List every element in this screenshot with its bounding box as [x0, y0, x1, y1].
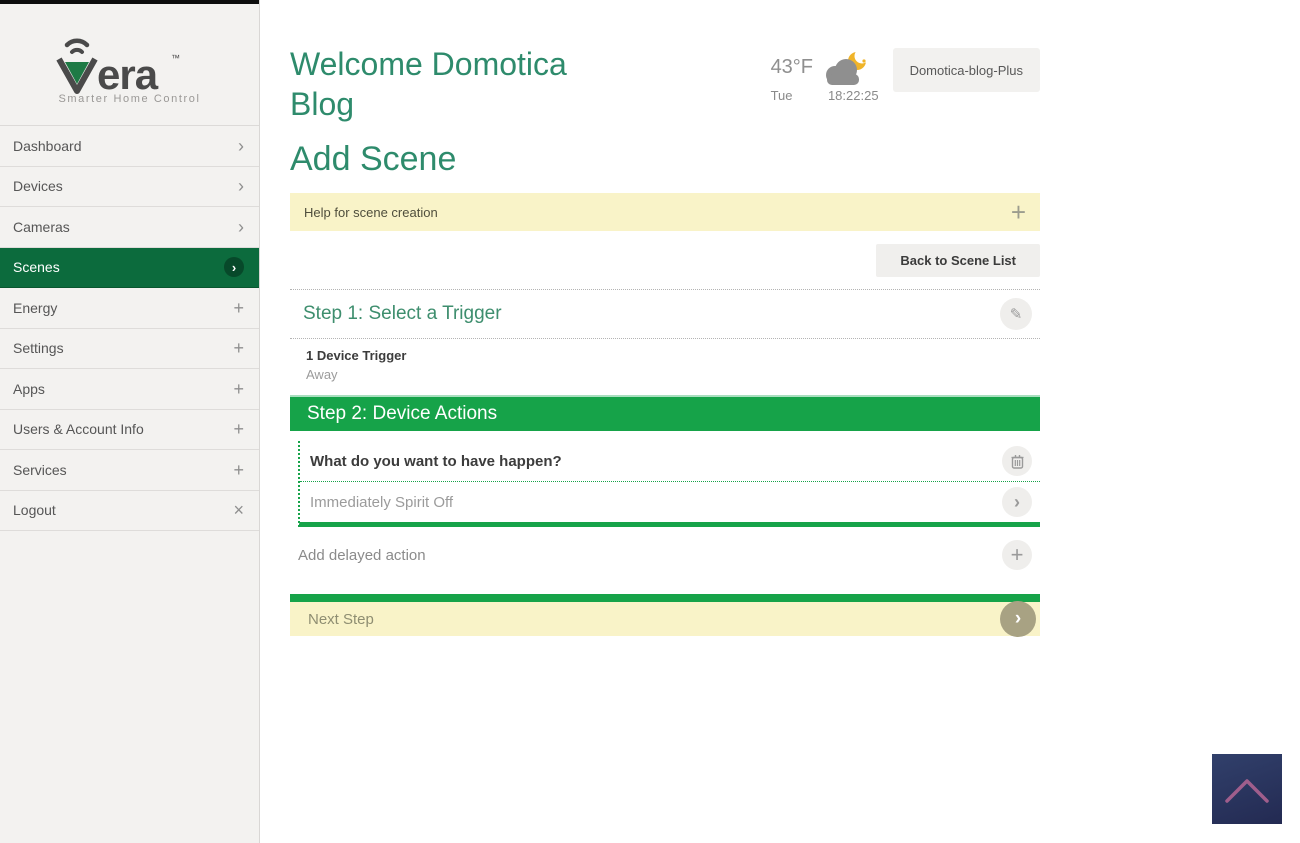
sidebar-item-users-account-info[interactable]: Users & Account Info +: [0, 410, 259, 451]
immediate-action-label: Immediately Spirit Off: [310, 494, 453, 511]
edit-trigger-button[interactable]: ✎: [1000, 298, 1032, 330]
sidebar-item-label: Scenes: [13, 259, 60, 275]
step2-title: Step 2: Device Actions: [307, 403, 497, 425]
trigger-summary-block: 1 Device Trigger Away: [290, 339, 1040, 395]
sidebar-item-settings[interactable]: Settings +: [0, 329, 259, 370]
sidebar-item-label: Settings: [13, 340, 64, 356]
sidebar-item-label: Apps: [13, 381, 45, 397]
header-right: 43°F Tue 18:22:25: [771, 48, 1040, 124]
open-action-button[interactable]: ›: [1002, 487, 1032, 517]
svg-text:era: era: [97, 51, 159, 95]
next-step-button[interactable]: ›: [1000, 601, 1036, 637]
sidebar-item-label: Services: [13, 462, 67, 478]
device-actions-group: What do you want to have happen? Immedia…: [298, 441, 1040, 527]
plus-icon: +: [233, 299, 244, 317]
plus-icon: +: [233, 380, 244, 398]
sidebar-item-logout[interactable]: Logout ×: [0, 491, 259, 532]
next-step-bar[interactable]: Next Step ›: [290, 594, 1040, 636]
add-delayed-action-button[interactable]: +: [1002, 540, 1032, 570]
sidebar-item-devices[interactable]: Devices ›: [0, 167, 259, 208]
content-column: Welcome Domotica Blog 43°F: [290, 44, 1040, 636]
step2-header-bar: Step 2: Device Actions: [290, 395, 1040, 431]
sidebar-item-services[interactable]: Services +: [0, 450, 259, 491]
sidebar-item-scenes[interactable]: Scenes ›: [0, 248, 259, 289]
sidebar-menu: Dashboard › Devices › Cameras › Scenes ›…: [0, 125, 259, 531]
chevron-right-icon: ›: [1015, 608, 1021, 630]
vera-logo-icon: era ™: [55, 31, 205, 95]
logo-tagline: Smarter Home Control: [58, 93, 200, 105]
page-header: Welcome Domotica Blog 43°F: [290, 44, 1040, 124]
sidebar-item-cameras[interactable]: Cameras ›: [0, 207, 259, 248]
step1-title: Step 1: Select a Trigger: [303, 303, 502, 325]
pencil-icon: ✎: [1010, 305, 1023, 323]
weather-widget: 43°F Tue 18:22:25: [771, 48, 879, 124]
delete-action-button[interactable]: [1002, 446, 1032, 476]
next-step-label: Next Step: [308, 611, 374, 628]
sidebar-item-label: Users & Account Info: [13, 421, 144, 437]
help-for-scene-creation-bar[interactable]: Help for scene creation +: [290, 193, 1040, 231]
chevron-up-icon: [1219, 771, 1275, 807]
clock-time: 18:22:25: [828, 88, 879, 103]
chevron-right-circle-icon: ›: [224, 257, 244, 277]
plus-icon: +: [233, 339, 244, 357]
plus-icon: +: [1011, 199, 1026, 225]
plus-icon: +: [1011, 542, 1024, 568]
chevron-right-icon: ›: [238, 137, 244, 155]
svg-text:™: ™: [171, 53, 180, 63]
actions-question: What do you want to have happen?: [310, 453, 562, 470]
page-title: Add Scene: [290, 140, 1040, 179]
add-delayed-action-label: Add delayed action: [298, 547, 426, 564]
plus-icon: +: [233, 461, 244, 479]
close-icon: ×: [233, 501, 244, 519]
sidebar-item-dashboard[interactable]: Dashboard ›: [0, 126, 259, 167]
sidebar-item-energy[interactable]: Energy +: [0, 288, 259, 329]
immediate-action-row[interactable]: Immediately Spirit Off ›: [300, 482, 1040, 522]
welcome-heading: Welcome Domotica Blog: [290, 44, 630, 124]
trigger-count: 1 Device Trigger: [306, 348, 1040, 363]
main-area: Welcome Domotica Blog 43°F: [261, 0, 1300, 843]
vera-logo: era ™ Smarter Home Control: [0, 4, 259, 125]
trash-icon: [1011, 454, 1024, 469]
chevron-right-icon: ›: [238, 218, 244, 236]
sidebar-item-label: Cameras: [13, 219, 70, 235]
actions-question-row: What do you want to have happen?: [300, 441, 1040, 482]
night-cloudy-weather-icon: [821, 48, 869, 88]
chevron-right-icon: ›: [1014, 492, 1020, 513]
sidebar-item-label: Dashboard: [13, 138, 82, 154]
plus-icon: +: [233, 420, 244, 438]
sidebar: era ™ Smarter Home Control Dashboard › D…: [0, 0, 260, 843]
scroll-to-top-button[interactable]: [1212, 754, 1282, 824]
help-bar-label: Help for scene creation: [304, 205, 438, 220]
trigger-name: Away: [306, 367, 1040, 382]
temperature-value: 43°F: [771, 56, 813, 79]
add-delayed-action-row[interactable]: Add delayed action +: [290, 527, 1040, 583]
controller-select-button[interactable]: Domotica-blog-Plus: [893, 48, 1040, 92]
back-row: Back to Scene List: [290, 231, 1040, 289]
step1-header: Step 1: Select a Trigger ✎: [290, 290, 1040, 338]
sidebar-item-label: Energy: [13, 300, 57, 316]
chevron-right-icon: ›: [232, 260, 236, 275]
weekday-label: Tue: [771, 88, 793, 103]
sidebar-item-label: Devices: [13, 178, 63, 194]
sidebar-item-label: Logout: [13, 502, 56, 518]
back-to-scene-list-button[interactable]: Back to Scene List: [876, 244, 1040, 277]
chevron-right-icon: ›: [238, 177, 244, 195]
sidebar-item-apps[interactable]: Apps +: [0, 369, 259, 410]
